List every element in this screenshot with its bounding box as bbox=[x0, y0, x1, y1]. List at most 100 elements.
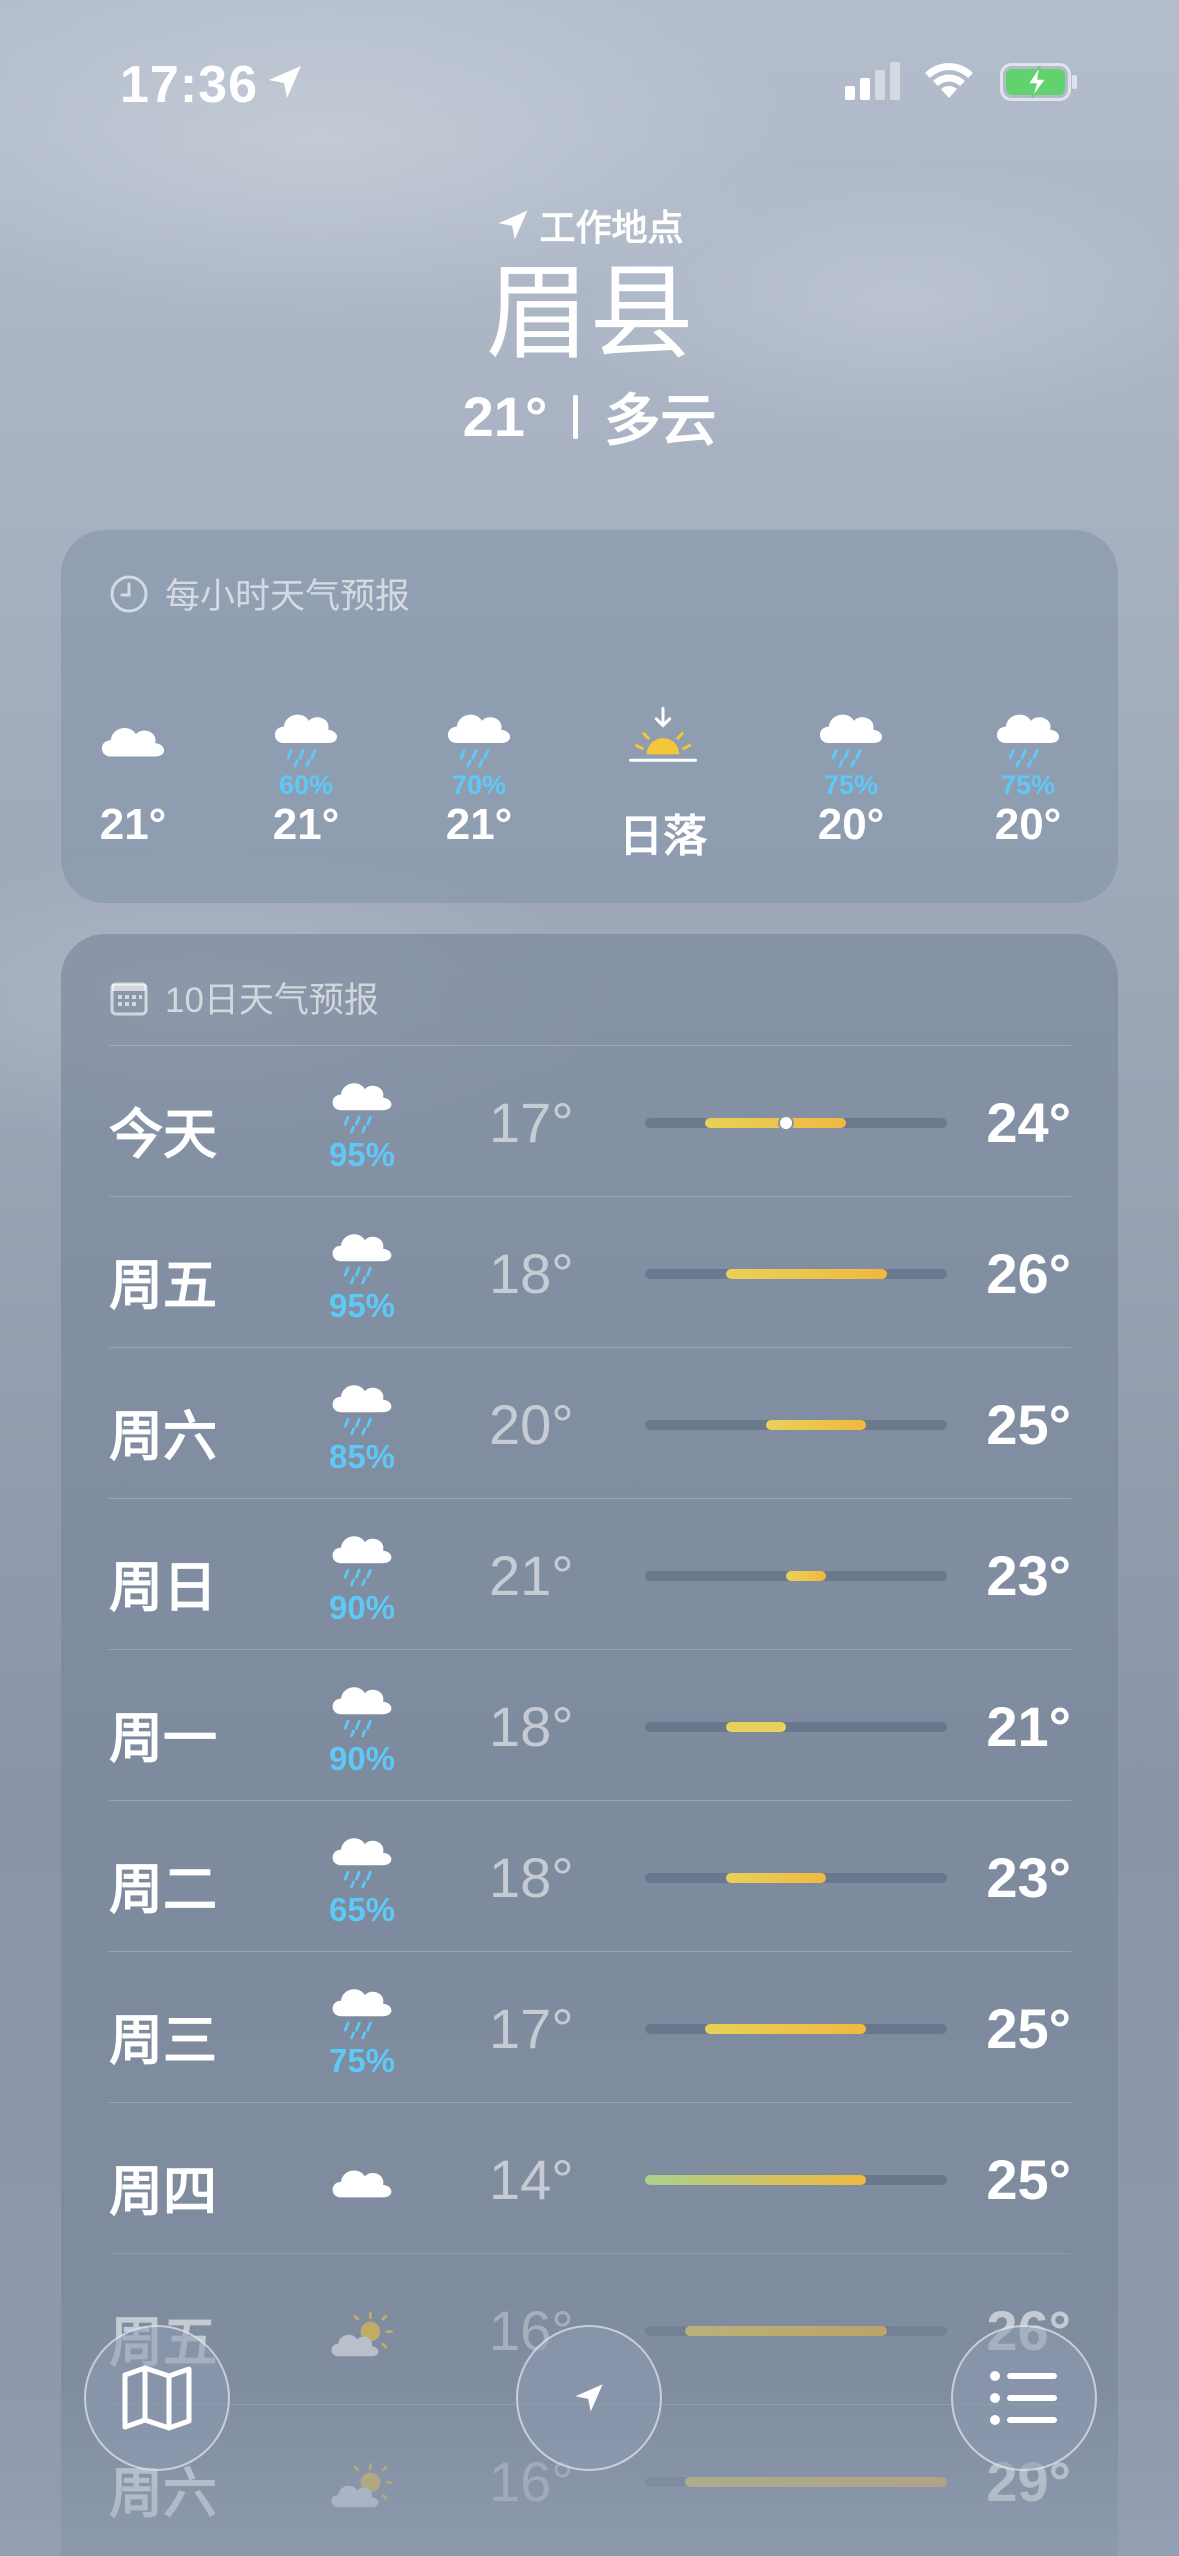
condition-text: 多云 bbox=[604, 389, 717, 452]
map-icon bbox=[122, 2365, 192, 2431]
cloud-icon bbox=[327, 2161, 397, 2215]
hourly-precip-pct: 75% bbox=[823, 770, 879, 800]
temp-range-fill bbox=[705, 2024, 867, 2034]
temp-range-fill bbox=[785, 1571, 827, 1581]
battery-charging-icon bbox=[1000, 63, 1077, 101]
daily-row[interactable]: 周日 90% 21° 23° bbox=[109, 1498, 1071, 1650]
daily-high-temp: 25° bbox=[986, 2148, 1071, 2211]
daily-high-temp: 23° bbox=[986, 1544, 1071, 1607]
hourly-item: 21° bbox=[58, 680, 208, 880]
daily-title-row: 10日天气预报 bbox=[109, 972, 379, 1023]
temp-range-bar bbox=[645, 1873, 947, 1883]
cellular-signal-icon bbox=[845, 62, 900, 100]
hourly-title-row: 每小时天气预报 bbox=[109, 568, 410, 619]
daily-weather-icon-group: 65% bbox=[327, 1833, 397, 1929]
daily-day-label: 周一 bbox=[109, 1709, 217, 1769]
temp-range-bar bbox=[645, 2326, 947, 2336]
daily-weather-icon-group: 90% bbox=[327, 1682, 397, 1778]
cloud-rain-icon bbox=[327, 1078, 397, 1140]
calendar-icon bbox=[110, 982, 148, 1015]
daily-weather-icon-group: 95% bbox=[327, 1229, 397, 1325]
daily-high-temp: 25° bbox=[986, 1997, 1071, 2060]
location-label-row: 工作地点 bbox=[0, 200, 1179, 250]
city-name: 眉县 bbox=[485, 256, 694, 372]
cloud-rain-icon bbox=[953, 680, 1103, 770]
hourly-temp: 21° bbox=[99, 800, 167, 849]
hourly-precip-pct bbox=[588, 770, 738, 800]
daily-high-temp: 25° bbox=[986, 1393, 1071, 1456]
daily-low-temp: 18° bbox=[489, 1695, 574, 1758]
hourly-precip-pct: 60% bbox=[278, 770, 334, 800]
daily-high-temp: 26° bbox=[986, 1242, 1071, 1305]
temp-range-fill bbox=[765, 1420, 867, 1430]
daily-row[interactable]: 今天 95% 17° 24° bbox=[109, 1045, 1071, 1197]
cloud-rain-icon bbox=[327, 1833, 397, 1895]
temp-range-bar bbox=[645, 1115, 947, 1131]
map-button[interactable] bbox=[84, 2325, 230, 2471]
daily-day-label: 周日 bbox=[109, 1558, 217, 1618]
hourly-forecast-card[interactable]: 每小时天气预报 21° 60% 21° 70% 21° 日落 75% 20° 7… bbox=[61, 530, 1118, 903]
hourly-title: 每小时天气预报 bbox=[165, 577, 411, 616]
cloud-icon bbox=[58, 680, 208, 770]
hourly-temp: 21° bbox=[445, 800, 513, 849]
temp-range-fill bbox=[645, 2175, 867, 2185]
temp-range-bar bbox=[645, 1722, 947, 1732]
daily-row[interactable]: 周一 90% 18° 21° bbox=[109, 1649, 1071, 1801]
hourly-temp: 20° bbox=[994, 800, 1062, 849]
temp-range-bar bbox=[645, 2024, 947, 2034]
daily-precip-pct: 95% bbox=[328, 1287, 396, 1325]
cloud-rain-icon bbox=[327, 1984, 397, 2046]
temp-range-fill bbox=[725, 1269, 887, 1279]
cloud-rain-icon bbox=[327, 1229, 397, 1291]
hourly-temp: 日落 bbox=[619, 812, 707, 861]
daily-day-label: 周六 bbox=[109, 1407, 217, 1467]
temp-range-bar bbox=[645, 1269, 947, 1279]
hourly-item: 75% 20° bbox=[953, 680, 1103, 880]
temp-range-bar bbox=[645, 1571, 947, 1581]
hourly-precip-pct bbox=[58, 770, 208, 800]
daily-weather-icon-group: 85% bbox=[327, 1380, 397, 1476]
temp-range-fill bbox=[725, 1722, 786, 1732]
daily-row[interactable]: 周五 95% 18° 26° bbox=[109, 1196, 1071, 1348]
current-temp-marker bbox=[777, 1115, 794, 1131]
daily-low-temp: 18° bbox=[489, 1846, 574, 1909]
hourly-item: 70% 21° bbox=[404, 680, 554, 880]
daily-low-temp: 20° bbox=[489, 1393, 574, 1456]
cloud-rain-icon bbox=[231, 680, 381, 770]
clock-icon bbox=[110, 575, 148, 612]
city-list-button[interactable] bbox=[951, 2325, 1097, 2471]
daily-row[interactable]: 周六 85% 20° 25° bbox=[109, 1347, 1071, 1499]
temp-range-fill bbox=[705, 1118, 847, 1128]
daily-row[interactable]: 周三 75% 17° 25° bbox=[109, 1951, 1071, 2103]
daily-day-label: 周三 bbox=[109, 2011, 217, 2071]
list-icon bbox=[990, 2371, 1057, 2425]
daily-weather-icon-group bbox=[327, 2286, 397, 2369]
cloud-rain-icon bbox=[404, 680, 554, 770]
hourly-list[interactable]: 21° 60% 21° 70% 21° 日落 75% 20° 75% 20° bbox=[61, 680, 1118, 880]
separator bbox=[573, 394, 579, 439]
daily-high-temp: 23° bbox=[986, 1846, 1071, 1909]
daily-weather-icon-group: 90% bbox=[327, 1531, 397, 1627]
current-temp: 21° bbox=[462, 385, 548, 448]
daily-row[interactable]: 周二 65% 18° 23° bbox=[109, 1800, 1071, 1952]
partly-sunny-icon bbox=[327, 2312, 397, 2373]
daily-low-temp: 17° bbox=[489, 1997, 574, 2060]
daily-forecast-card[interactable]: 10日天气预报 今天 95% 17° 24° 周五 95% 18° 26° 周六 85% 20… bbox=[61, 934, 1118, 2556]
current-location-button[interactable] bbox=[516, 2325, 662, 2471]
daily-precip-pct: 65% bbox=[328, 1891, 396, 1929]
daily-row[interactable]: 周四 14° 25° bbox=[109, 2102, 1071, 2254]
temp-range-bar bbox=[645, 2175, 947, 2185]
cloud-rain-icon bbox=[776, 680, 926, 770]
cloud-rain-icon bbox=[327, 1531, 397, 1593]
daily-weather-icon-group bbox=[327, 2135, 397, 2211]
temp-range-bar bbox=[645, 1420, 947, 1430]
daily-weather-icon-group: 75% bbox=[327, 1984, 397, 2080]
daily-day-label: 周五 bbox=[109, 1256, 217, 1316]
location-arrow-icon bbox=[269, 66, 301, 98]
daily-day-label: 周二 bbox=[109, 1860, 217, 1920]
daily-precip-pct: 90% bbox=[328, 1589, 396, 1627]
daily-weather-icon-group: 95% bbox=[327, 1078, 397, 1174]
temp-range-fill bbox=[685, 2326, 887, 2336]
hourly-precip-pct: 70% bbox=[451, 770, 507, 800]
hourly-item: 日落 bbox=[588, 680, 738, 880]
